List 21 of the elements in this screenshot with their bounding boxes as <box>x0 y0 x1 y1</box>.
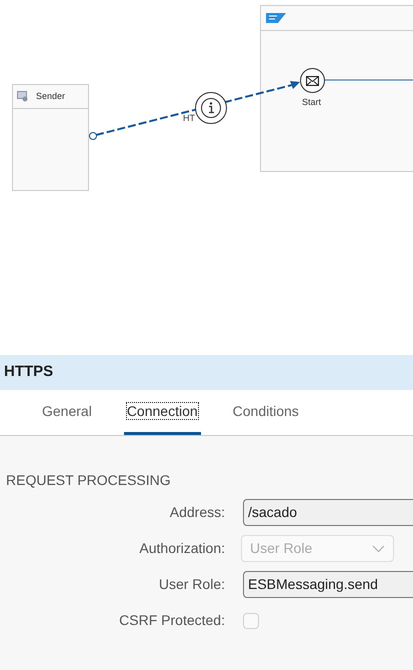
connection-label: HT <box>183 112 195 125</box>
text-field[interactable]: ESBMessaging.send <box>243 571 413 598</box>
chevron-down-icon <box>372 544 385 552</box>
start-label: Start <box>302 96 322 109</box>
message-flow-arrow[interactable] <box>96 81 300 136</box>
sender-label: Sender <box>36 90 66 103</box>
sender-box[interactable]: Sender <box>12 84 89 191</box>
envelope-icon <box>306 76 319 86</box>
system-icon <box>17 91 28 102</box>
info-icon[interactable] <box>195 92 227 124</box>
field-label: User Role: <box>158 575 225 594</box>
field-label: Authorization: <box>138 539 225 558</box>
text-field[interactable]: /sacado <box>243 499 413 526</box>
field-label: Address: <box>168 503 225 522</box>
panel-header: HTTPS <box>0 355 413 390</box>
logo-icon <box>266 13 286 23</box>
connector-endpoint[interactable] <box>89 132 97 140</box>
tab[interactable]: Conditions <box>232 395 299 435</box>
field-label: CSRF Protected: <box>118 611 225 630</box>
tab[interactable]: General <box>42 395 92 435</box>
section-title: REQUEST PROCESSING <box>5 471 172 490</box>
